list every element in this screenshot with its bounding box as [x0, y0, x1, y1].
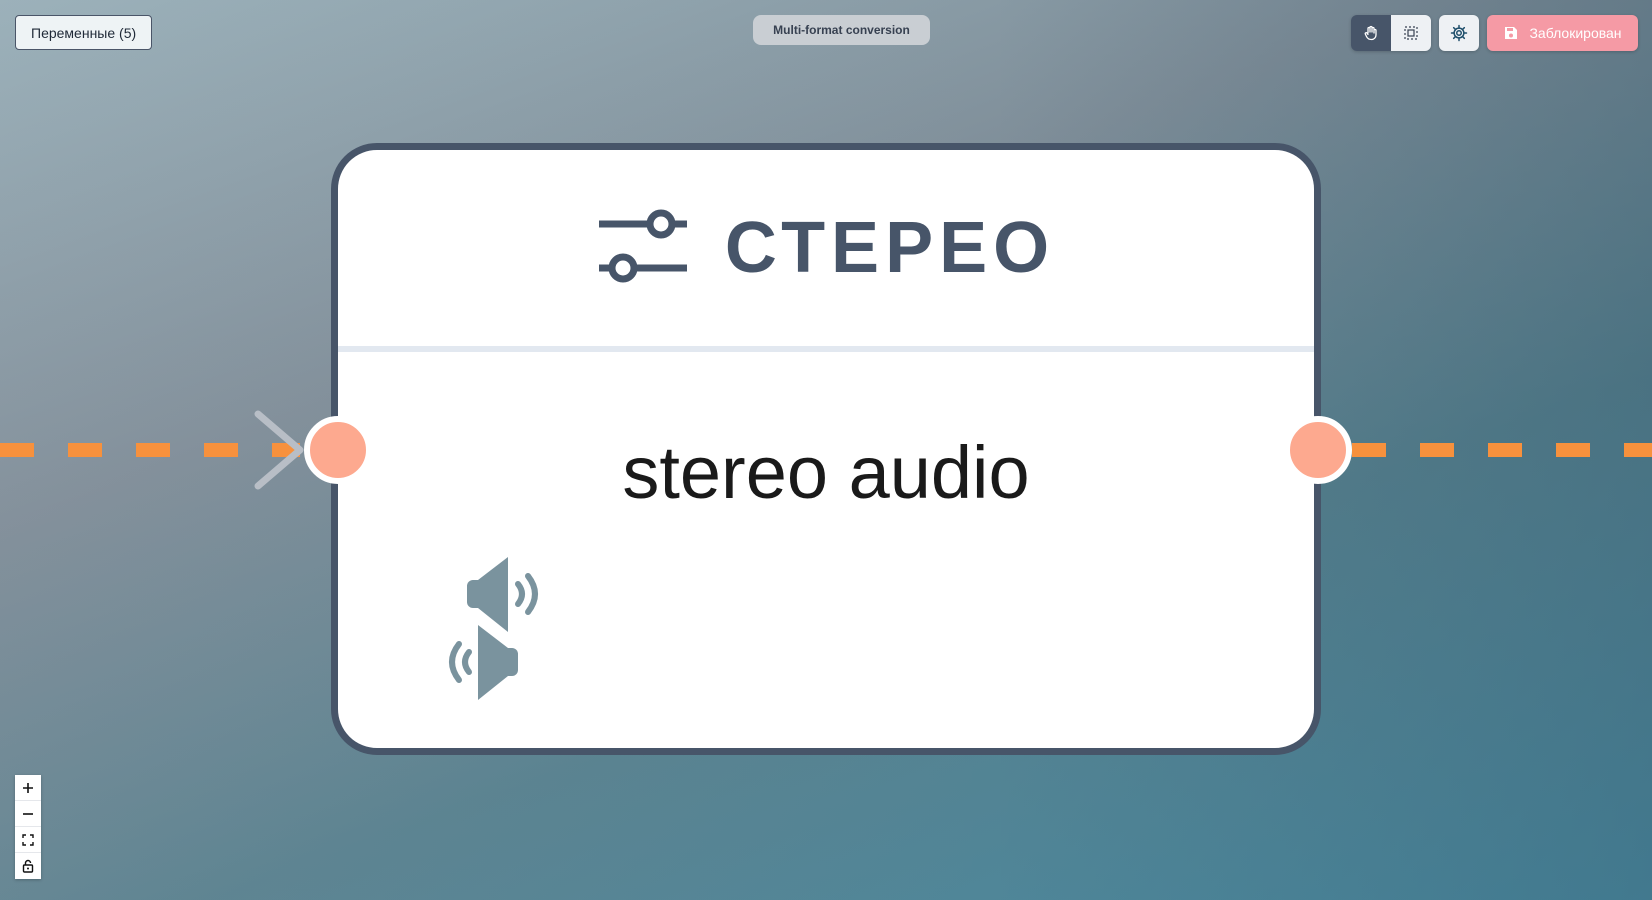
- node-header: СТЕРЕО: [338, 150, 1314, 346]
- output-handle[interactable]: [1284, 416, 1352, 484]
- fit-view-button[interactable]: [15, 827, 41, 853]
- mode-toggle-group: [1351, 15, 1431, 51]
- unlock-icon: [22, 859, 34, 873]
- zoom-controls: [15, 775, 41, 879]
- floppy-disk-icon: [1505, 27, 1518, 39]
- stereo-node[interactable]: СТЕРЕО stereo audio: [331, 143, 1321, 755]
- pan-mode-button[interactable]: [1351, 15, 1391, 51]
- node-title: СТЕРЕО: [724, 208, 1056, 288]
- node-divider: [338, 346, 1314, 352]
- zoom-in-icon: [23, 782, 33, 793]
- sliders-icon: [598, 209, 687, 283]
- flow-title: Multi-format conversion: [753, 15, 930, 45]
- flow-canvas[interactable]: Переменные (5) Multi-format conversion З…: [0, 0, 1652, 900]
- node-label: stereo audio: [622, 431, 1030, 514]
- fit-view-icon: [22, 833, 34, 846]
- zoom-out-icon: [23, 812, 33, 815]
- settings-button[interactable]: [1439, 15, 1479, 51]
- gear-icon: [1450, 24, 1468, 42]
- stereo-speakers-icon: [449, 557, 538, 700]
- locked-label: Заблокирован: [1529, 25, 1622, 41]
- locked-save-button[interactable]: Заблокирован: [1487, 15, 1638, 51]
- select-box-icon: [1404, 26, 1418, 40]
- lock-toggle-button[interactable]: [15, 853, 41, 879]
- variables-button[interactable]: Переменные (5): [15, 15, 153, 50]
- zoom-in-button[interactable]: [15, 775, 41, 801]
- select-mode-button[interactable]: [1391, 15, 1431, 51]
- hand-icon: [1364, 25, 1377, 41]
- zoom-out-button[interactable]: [15, 801, 41, 827]
- input-handle[interactable]: [304, 416, 372, 484]
